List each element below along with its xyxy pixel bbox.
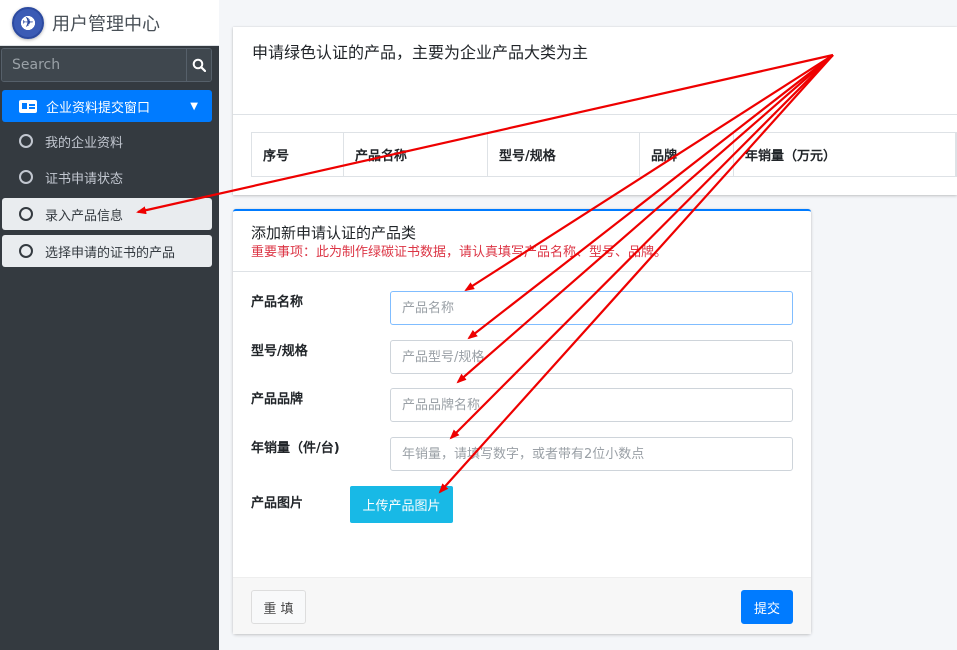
upload-image-button[interactable]: 上传产品图片 [350, 486, 453, 523]
form-footer: 重 填 提交 [233, 577, 811, 634]
sidebar-item-label: 录入产品信息 [45, 208, 124, 224]
form-title: 添加新申请认证的产品类 [251, 224, 417, 242]
brand-input[interactable] [390, 388, 793, 422]
circle-icon [19, 244, 33, 258]
id-card-icon [19, 99, 37, 113]
annual-sales-label: 年销量（件/台) [251, 441, 340, 456]
brand-link[interactable]: ✈ 用户管理中心 [0, 0, 219, 46]
annual-sales-input[interactable] [390, 437, 793, 471]
column-header: 产品名称 [344, 133, 488, 176]
add-product-card: 添加新申请认证的产品类 重要事项：此为制作绿碳证书数据，请认真填写产品名称、型号… [233, 209, 811, 634]
circle-icon [19, 134, 33, 148]
sidebar-item-select-product[interactable]: 选择申请的证书的产品 [2, 235, 212, 267]
brand-label: 产品品牌 [251, 392, 304, 407]
product-table-header: 序号 产品名称 型号/规格 品牌 年销量（万元） [251, 132, 957, 177]
search-button[interactable] [186, 49, 211, 81]
form-warning: 重要事项：此为制作绿碳证书数据，请认真填写产品名称、型号、品牌。 [251, 245, 668, 260]
submit-button[interactable]: 提交 [741, 590, 793, 624]
circle-icon [19, 207, 33, 221]
chevron-down-icon: ▼ [190, 100, 198, 112]
column-header: 序号 [252, 133, 344, 176]
sidebar-search [1, 48, 212, 82]
column-header: 品牌 [640, 133, 734, 176]
divider [233, 114, 957, 115]
column-header: 型号/规格 [488, 133, 640, 176]
sidebar-item-label: 我的企业资料 [45, 135, 124, 151]
column-header: 年销量（万元） [734, 133, 956, 176]
sidebar-item-company-profile[interactable]: 我的企业资料 [2, 125, 212, 157]
sidebar-item-company-submit[interactable]: 企业资料提交窗口 ▼ [2, 90, 212, 122]
product-name-label: 产品名称 [251, 295, 304, 310]
sidebar-item-label: 选择申请的证书的产品 [45, 245, 176, 261]
product-image-label: 产品图片 [251, 496, 304, 511]
sidebar-item-label: 证书申请状态 [45, 171, 124, 187]
product-list-card: 申请绿色认证的产品，主要为企业产品大类为主 序号 产品名称 型号/规格 品牌 年… [233, 27, 957, 195]
divider [233, 271, 811, 272]
circle-icon [19, 170, 33, 184]
search-input[interactable] [2, 49, 186, 81]
reset-button[interactable]: 重 填 [251, 590, 306, 624]
model-spec-label: 型号/规格 [251, 344, 308, 359]
sidebar-item-cert-status[interactable]: 证书申请状态 [2, 161, 212, 193]
card-title: 申请绿色认证的产品，主要为企业产品大类为主 [252, 43, 589, 62]
sidebar: ✈ 用户管理中心 企业资料提交窗口 ▼ 我的企业资料 证书申请状态 录入产品信息… [0, 0, 219, 650]
sidebar-item-enter-product[interactable]: 录入产品信息 [2, 198, 212, 230]
logo-icon: ✈ [12, 6, 44, 39]
product-name-input[interactable] [390, 291, 793, 325]
model-spec-input[interactable] [390, 340, 793, 374]
search-icon [192, 58, 206, 72]
brand-title: 用户管理中心 [52, 13, 160, 35]
sidebar-item-label: 企业资料提交窗口 [46, 100, 151, 116]
